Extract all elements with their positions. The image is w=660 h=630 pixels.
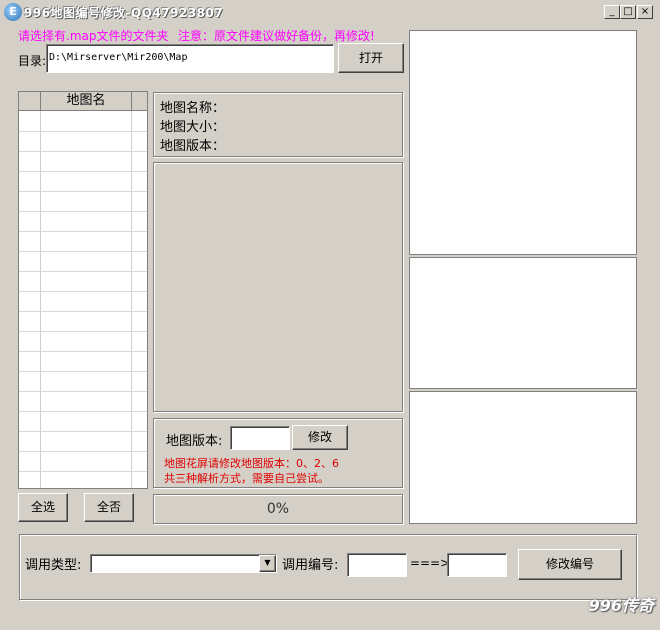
- progress-bar: 0%: [153, 494, 403, 524]
- table-row[interactable]: [19, 391, 147, 412]
- table-row[interactable]: [19, 411, 147, 432]
- table-row[interactable]: [19, 111, 147, 132]
- table-row[interactable]: [19, 131, 147, 152]
- table-row[interactable]: [19, 311, 147, 332]
- table-row[interactable]: [19, 211, 147, 232]
- from-number-input[interactable]: [347, 553, 407, 577]
- backup-note: 注意：原文件建议做好备份，再修改!: [178, 29, 375, 43]
- map-list-header: 地图名: [19, 92, 147, 111]
- table-row[interactable]: [19, 431, 147, 452]
- preview-panel-bottom: [409, 391, 637, 524]
- select-none-button[interactable]: 全否: [84, 493, 134, 522]
- table-row[interactable]: [19, 231, 147, 252]
- version-tip-line2: 共三种解析方式，需要自己尝试。: [164, 472, 329, 485]
- minimize-button[interactable]: _: [604, 5, 620, 19]
- map-preview-area: [153, 162, 403, 412]
- table-row[interactable]: [19, 371, 147, 392]
- map-name-column-header[interactable]: 地图名: [41, 92, 132, 110]
- app-icon: E: [4, 3, 22, 21]
- call-number-label: 调用编号:: [282, 558, 339, 573]
- to-number-input[interactable]: [447, 553, 507, 577]
- table-row[interactable]: [19, 151, 147, 172]
- table-row[interactable]: [19, 251, 147, 272]
- map-size-label: 地图大小：: [160, 120, 226, 135]
- version-edit-label: 地图版本:: [166, 434, 223, 449]
- call-type-label: 调用类型:: [25, 558, 82, 573]
- select-folder-hint: 请选择有.map文件的文件夹: [18, 29, 169, 43]
- modify-version-button[interactable]: 修改: [292, 425, 348, 450]
- map-name-label: 地图名称：: [160, 101, 226, 116]
- version-tip-line1: 地图花屏请修改地图版本：0、2、6: [164, 457, 339, 470]
- call-type-select[interactable]: ▼: [90, 554, 277, 573]
- preview-panel-top: [409, 30, 637, 255]
- watermark: 996传奇: [588, 596, 654, 615]
- version-input[interactable]: [230, 426, 290, 450]
- table-row[interactable]: [19, 471, 147, 488]
- map-list-grid[interactable]: 地图名: [18, 91, 148, 489]
- modify-number-button[interactable]: 修改编号: [518, 549, 622, 580]
- table-row[interactable]: [19, 331, 147, 352]
- table-row[interactable]: [19, 191, 147, 212]
- table-row[interactable]: [19, 451, 147, 472]
- maximize-button[interactable]: □: [620, 5, 636, 19]
- directory-label: 目录:: [18, 54, 47, 68]
- chevron-down-icon[interactable]: ▼: [259, 555, 276, 572]
- table-row[interactable]: [19, 351, 147, 372]
- table-row[interactable]: [19, 291, 147, 312]
- table-row[interactable]: [19, 171, 147, 192]
- close-button[interactable]: ×: [637, 5, 653, 19]
- open-button[interactable]: 打开: [338, 43, 404, 73]
- progress-text: 0%: [266, 501, 290, 517]
- window-title: 996地图编号修改-QQ47923807: [24, 6, 224, 20]
- arrow-text: ===>: [410, 556, 451, 570]
- directory-input[interactable]: D:\Mirserver\Mir200\Map: [46, 44, 334, 73]
- select-all-button[interactable]: 全选: [18, 493, 68, 522]
- preview-panel-middle: [409, 257, 637, 389]
- map-version-label: 地图版本：: [160, 139, 226, 154]
- table-row[interactable]: [19, 271, 147, 292]
